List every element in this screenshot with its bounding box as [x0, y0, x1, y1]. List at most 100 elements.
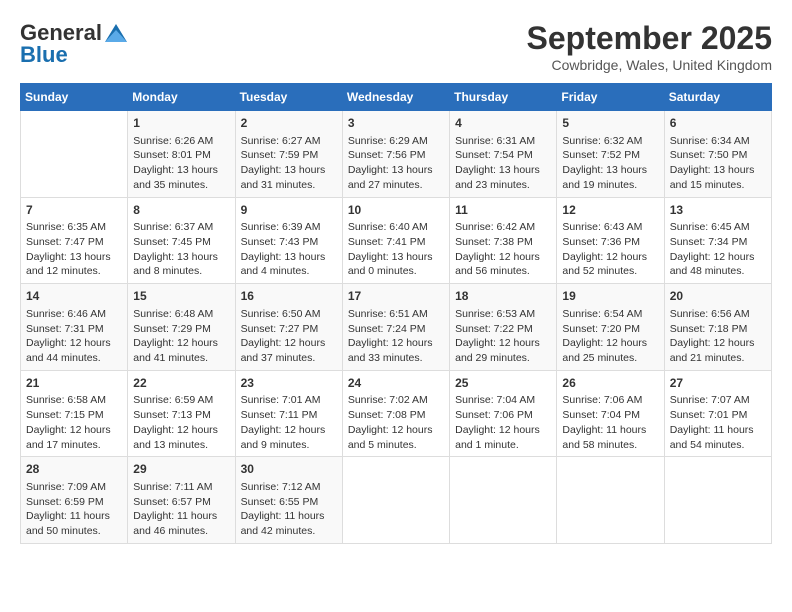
day-number: 1 [133, 115, 229, 132]
calendar-cell: 4 Sunrise: 6:31 AMSunset: 7:54 PMDaylight… [450, 111, 557, 198]
day-number: 4 [455, 115, 551, 132]
day-info: Sunrise: 7:12 AMSunset: 6:55 PMDaylight:… [241, 480, 337, 539]
day-info: Sunrise: 7:07 AMSunset: 7:01 PMDaylight:… [670, 393, 766, 452]
day-number: 24 [348, 375, 444, 392]
day-info: Sunrise: 6:39 AMSunset: 7:43 PMDaylight:… [241, 220, 337, 279]
day-number: 7 [26, 202, 122, 219]
day-info: Sunrise: 6:46 AMSunset: 7:31 PMDaylight:… [26, 307, 122, 366]
calendar-cell: 30 Sunrise: 7:12 AMSunset: 6:55 PMDayligh… [235, 457, 342, 544]
day-info: Sunrise: 6:59 AMSunset: 7:13 PMDaylight:… [133, 393, 229, 452]
day-info: Sunrise: 6:42 AMSunset: 7:38 PMDaylight:… [455, 220, 551, 279]
calendar-cell: 29 Sunrise: 7:11 AMSunset: 6:57 PMDayligh… [128, 457, 235, 544]
day-number: 9 [241, 202, 337, 219]
day-info: Sunrise: 6:50 AMSunset: 7:27 PMDaylight:… [241, 307, 337, 366]
calendar-cell: 14 Sunrise: 6:46 AMSunset: 7:31 PMDayligh… [21, 284, 128, 371]
day-info: Sunrise: 6:43 AMSunset: 7:36 PMDaylight:… [562, 220, 658, 279]
day-number: 15 [133, 288, 229, 305]
calendar-cell: 16Sunrise: 6:50 AMSunset: 7:27 PMDayligh… [235, 284, 342, 371]
calendar-cell: 19Sunrise: 6:54 AMSunset: 7:20 PMDayligh… [557, 284, 664, 371]
logo-icon [105, 24, 127, 42]
calendar-cell: 13Sunrise: 6:45 AMSunset: 7:34 PMDayligh… [664, 197, 771, 284]
title-block: September 2025 Cowbridge, Wales, United … [527, 20, 772, 73]
day-of-week-header: Wednesday [342, 84, 449, 111]
day-number: 29 [133, 461, 229, 478]
day-info: Sunrise: 6:53 AMSunset: 7:22 PMDaylight:… [455, 307, 551, 366]
day-number: 22 [133, 375, 229, 392]
day-info: Sunrise: 6:29 AMSunset: 7:56 PMDaylight:… [348, 134, 444, 193]
calendar-week-row: 14 Sunrise: 6:46 AMSunset: 7:31 PMDayligh… [21, 284, 772, 371]
calendar-cell [342, 457, 449, 544]
day-number: 11 [455, 202, 551, 219]
day-number: 18 [455, 288, 551, 305]
day-info: Sunrise: 6:34 AMSunset: 7:50 PMDaylight:… [670, 134, 766, 193]
calendar-week-row: 21Sunrise: 6:58 AMSunset: 7:15 PMDayligh… [21, 370, 772, 457]
calendar-cell: 1 Sunrise: 6:26 AMSunset: 8:01 PMDaylight… [128, 111, 235, 198]
day-number: 26 [562, 375, 658, 392]
day-number: 27 [670, 375, 766, 392]
location-subtitle: Cowbridge, Wales, United Kingdom [527, 57, 772, 73]
day-info: Sunrise: 6:32 AMSunset: 7:52 PMDaylight:… [562, 134, 658, 193]
calendar-cell: 20 Sunrise: 6:56 AMSunset: 7:18 PMDayligh… [664, 284, 771, 371]
days-of-week-row: SundayMondayTuesdayWednesdayThursdayFrid… [21, 84, 772, 111]
calendar-cell [557, 457, 664, 544]
day-of-week-header: Tuesday [235, 84, 342, 111]
calendar-week-row: 28Sunrise: 7:09 AMSunset: 6:59 PMDayligh… [21, 457, 772, 544]
calendar-header: SundayMondayTuesdayWednesdayThursdayFrid… [21, 84, 772, 111]
day-info: Sunrise: 6:56 AMSunset: 7:18 PMDaylight:… [670, 307, 766, 366]
day-number: 30 [241, 461, 337, 478]
calendar-cell: 17 Sunrise: 6:51 AMSunset: 7:24 PMDayligh… [342, 284, 449, 371]
calendar-cell [450, 457, 557, 544]
day-info: Sunrise: 7:09 AMSunset: 6:59 PMDaylight:… [26, 480, 122, 539]
calendar-cell: 2 Sunrise: 6:27 AMSunset: 7:59 PMDaylight… [235, 111, 342, 198]
calendar-cell: 24Sunrise: 7:02 AMSunset: 7:08 PMDayligh… [342, 370, 449, 457]
day-info: Sunrise: 7:01 AMSunset: 7:11 PMDaylight:… [241, 393, 337, 452]
calendar-cell: 27Sunrise: 7:07 AMSunset: 7:01 PMDayligh… [664, 370, 771, 457]
calendar-cell [664, 457, 771, 544]
day-of-week-header: Saturday [664, 84, 771, 111]
calendar-cell: 15 Sunrise: 6:48 AMSunset: 7:29 PMDayligh… [128, 284, 235, 371]
logo: General Blue [20, 20, 127, 68]
logo-blue: Blue [20, 42, 68, 68]
calendar-body: 1 Sunrise: 6:26 AMSunset: 8:01 PMDaylight… [21, 111, 772, 544]
day-info: Sunrise: 7:11 AMSunset: 6:57 PMDaylight:… [133, 480, 229, 539]
calendar-cell: 25Sunrise: 7:04 AMSunset: 7:06 PMDayligh… [450, 370, 557, 457]
calendar-cell: 6Sunrise: 6:34 AMSunset: 7:50 PMDaylight… [664, 111, 771, 198]
day-number: 25 [455, 375, 551, 392]
day-info: Sunrise: 6:51 AMSunset: 7:24 PMDaylight:… [348, 307, 444, 366]
calendar-cell: 5Sunrise: 6:32 AMSunset: 7:52 PMDaylight… [557, 111, 664, 198]
day-number: 23 [241, 375, 337, 392]
day-info: Sunrise: 6:48 AMSunset: 7:29 PMDaylight:… [133, 307, 229, 366]
day-number: 17 [348, 288, 444, 305]
day-number: 14 [26, 288, 122, 305]
calendar-cell: 10Sunrise: 6:40 AMSunset: 7:41 PMDayligh… [342, 197, 449, 284]
day-number: 2 [241, 115, 337, 132]
day-info: Sunrise: 7:04 AMSunset: 7:06 PMDaylight:… [455, 393, 551, 452]
calendar-cell [21, 111, 128, 198]
calendar-cell: 9Sunrise: 6:39 AMSunset: 7:43 PMDaylight… [235, 197, 342, 284]
day-info: Sunrise: 6:26 AMSunset: 8:01 PMDaylight:… [133, 134, 229, 193]
calendar-cell: 23Sunrise: 7:01 AMSunset: 7:11 PMDayligh… [235, 370, 342, 457]
day-of-week-header: Monday [128, 84, 235, 111]
day-info: Sunrise: 6:40 AMSunset: 7:41 PMDaylight:… [348, 220, 444, 279]
day-info: Sunrise: 6:58 AMSunset: 7:15 PMDaylight:… [26, 393, 122, 452]
day-of-week-header: Sunday [21, 84, 128, 111]
day-number: 3 [348, 115, 444, 132]
day-number: 12 [562, 202, 658, 219]
day-info: Sunrise: 6:27 AMSunset: 7:59 PMDaylight:… [241, 134, 337, 193]
day-number: 20 [670, 288, 766, 305]
day-info: Sunrise: 6:37 AMSunset: 7:45 PMDaylight:… [133, 220, 229, 279]
day-number: 8 [133, 202, 229, 219]
calendar-cell: 12Sunrise: 6:43 AMSunset: 7:36 PMDayligh… [557, 197, 664, 284]
day-info: Sunrise: 7:06 AMSunset: 7:04 PMDaylight:… [562, 393, 658, 452]
calendar-week-row: 7Sunrise: 6:35 AMSunset: 7:47 PMDaylight… [21, 197, 772, 284]
day-info: Sunrise: 6:31 AMSunset: 7:54 PMDaylight:… [455, 134, 551, 193]
day-info: Sunrise: 7:02 AMSunset: 7:08 PMDaylight:… [348, 393, 444, 452]
day-number: 21 [26, 375, 122, 392]
month-year-title: September 2025 [527, 20, 772, 57]
calendar-cell: 22Sunrise: 6:59 AMSunset: 7:13 PMDayligh… [128, 370, 235, 457]
page-header: General Blue September 2025 Cowbridge, W… [20, 20, 772, 73]
day-of-week-header: Friday [557, 84, 664, 111]
day-number: 13 [670, 202, 766, 219]
calendar-cell: 11Sunrise: 6:42 AMSunset: 7:38 PMDayligh… [450, 197, 557, 284]
calendar-cell: 3 Sunrise: 6:29 AMSunset: 7:56 PMDaylight… [342, 111, 449, 198]
